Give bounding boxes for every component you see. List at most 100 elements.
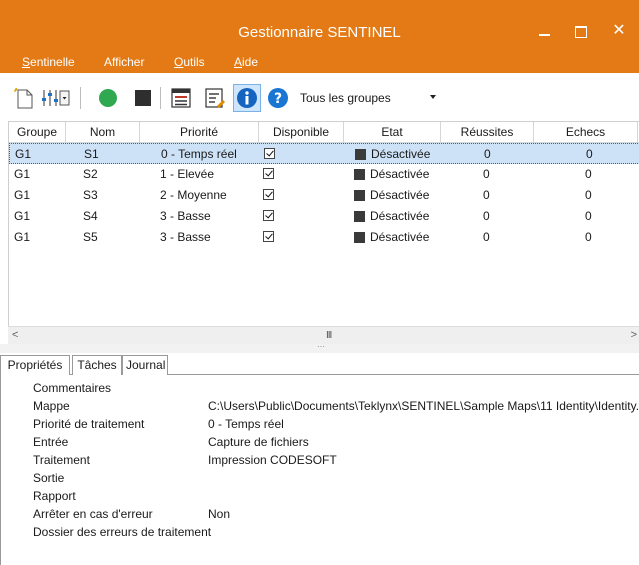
state-indicator-icon [354,169,365,180]
property-label: Dossier des erreurs de traitement [33,525,212,539]
close-button[interactable]: ✕ [609,22,629,40]
menu-bar: Sentinelle Afficher Outils Aide [0,49,639,73]
state-indicator-icon [355,149,366,160]
report-icon[interactable] [203,86,227,110]
property-label: Arrêter en cas d'erreur [33,507,153,521]
property-label: Entrée [33,435,69,449]
state-indicator-icon [354,232,365,243]
panel-splitter[interactable]: ··· [0,342,639,353]
cell-group: G1 [14,167,31,181]
property-value: Non [208,507,231,521]
scroll-right-arrow[interactable]: > [631,329,637,341]
available-checkbox[interactable] [264,148,275,159]
table-row[interactable]: G1 S5 3 - Basse Désactivée 0 0 [9,227,639,248]
cell-group: G1 [15,147,32,161]
maximize-button[interactable] [572,22,590,40]
scroll-thumb[interactable]: III [326,330,332,341]
table-row[interactable]: G1 S4 3 - Basse Désactivée 0 0 [9,206,639,227]
menu-outils[interactable]: Outils [174,55,205,69]
list-view-icon[interactable] [169,86,193,110]
column-header-priority[interactable]: Priorité [140,122,259,143]
cell-name: S5 [83,230,98,244]
splitter-grip-icon: ··· [317,342,325,351]
cell-state: Désactivée [370,209,430,223]
property-label: Priorité de traitement [33,417,145,431]
toolbar: ? Tous les groupes [0,73,639,121]
cell-name: S4 [83,209,98,223]
property-value: C:\Users\Public\Documents\Teklynx\SENTIN… [208,399,638,413]
column-header-group[interactable]: Groupe [9,122,66,143]
column-header-state[interactable]: Etat [344,122,441,143]
tab-journal[interactable]: Journal [122,355,168,375]
cell-failures: 0 [585,167,592,181]
scroll-left-arrow[interactable]: < [12,329,18,341]
tab-tasks[interactable]: Tâches [72,355,122,375]
available-checkbox[interactable] [263,168,274,179]
property-row: Entrée Capture de fichiers [1,435,639,453]
table-row[interactable]: G1 S1 0 - Temps réel Désactivée 0 0 [9,143,639,164]
property-label: Traitement [33,453,90,467]
cell-state: Désactivée [370,167,430,181]
cell-state: Désactivée [370,230,430,244]
available-checkbox[interactable] [263,210,274,221]
settings-sliders-icon[interactable] [41,86,71,110]
cell-priority: 0 - Temps réel [161,147,237,161]
toolbar-separator [160,87,161,109]
menu-aide[interactable]: Aide [234,55,258,69]
cell-name: S3 [83,188,98,202]
available-checkbox[interactable] [263,231,274,242]
state-indicator-icon [354,211,365,222]
property-label: Commentaires [33,381,112,395]
property-label: Sortie [33,471,65,485]
new-sentinel-icon[interactable] [12,86,36,110]
svg-text:?: ? [274,91,282,107]
cell-successes: 0 [483,230,490,244]
property-label: Mappe [33,399,70,413]
available-checkbox[interactable] [263,189,274,200]
cell-successes: 0 [483,188,490,202]
menu-afficher[interactable]: Afficher [104,55,144,69]
table-row[interactable]: G1 S2 1 - Elevée Désactivée 0 0 [9,164,639,185]
property-row: Mappe C:\Users\Public\Documents\Teklynx\… [1,399,639,417]
cell-successes: 0 [483,167,490,181]
cell-group: G1 [14,230,31,244]
info-icon[interactable] [233,84,261,112]
tab-properties[interactable]: Propriétés [0,355,70,375]
detail-tabs: Propriétés Tâches Journal [0,355,639,375]
cell-group: G1 [14,209,31,223]
cell-name: S2 [83,167,98,181]
group-filter-value: Tous les groupes [300,91,391,105]
group-filter-select[interactable]: Tous les groupes [295,87,443,109]
property-row: Arrêter en cas d'erreur Non [1,507,639,525]
property-value: Impression CODESOFT [208,453,337,467]
cell-failures: 0 [585,209,592,223]
cell-group: G1 [14,188,31,202]
minimize-button[interactable] [536,22,554,40]
title-bar: Gestionnaire SENTINEL ✕ [0,0,639,49]
menu-sentinelle[interactable]: Sentinelle [22,55,75,69]
start-icon[interactable] [96,86,120,110]
state-indicator-icon [354,190,365,201]
cell-state: Désactivée [371,147,431,161]
properties-panel: Commentaires Mappe C:\Users\Public\Docum… [0,375,639,565]
cell-name: S1 [84,147,99,161]
sentinel-table: Groupe Nom Priorité Disponible Etat Réus… [8,121,639,343]
property-row: Sortie [1,471,639,489]
cell-priority: 1 - Elevée [160,167,215,181]
column-header-successes[interactable]: Réussites [441,122,534,143]
stop-icon[interactable] [131,86,155,110]
property-row: Priorité de traitement 0 - Temps réel [1,417,639,435]
help-icon[interactable]: ? [266,86,290,110]
table-row[interactable]: G1 S3 2 - Moyenne Désactivée 0 0 [9,185,639,206]
column-header-name[interactable]: Nom [66,122,140,143]
column-header-failures[interactable]: Echecs [534,122,638,143]
cell-successes: 0 [483,209,490,223]
cell-priority: 2 - Moyenne [160,188,227,202]
cell-failures: 0 [585,230,592,244]
column-header-available[interactable]: Disponible [259,122,344,143]
cell-priority: 3 - Basse [160,209,211,223]
chevron-down-icon [430,95,436,99]
table-header: Groupe Nom Priorité Disponible Etat Réus… [9,122,639,143]
cell-successes: 0 [484,147,491,161]
property-value: Capture de fichiers [208,435,309,449]
